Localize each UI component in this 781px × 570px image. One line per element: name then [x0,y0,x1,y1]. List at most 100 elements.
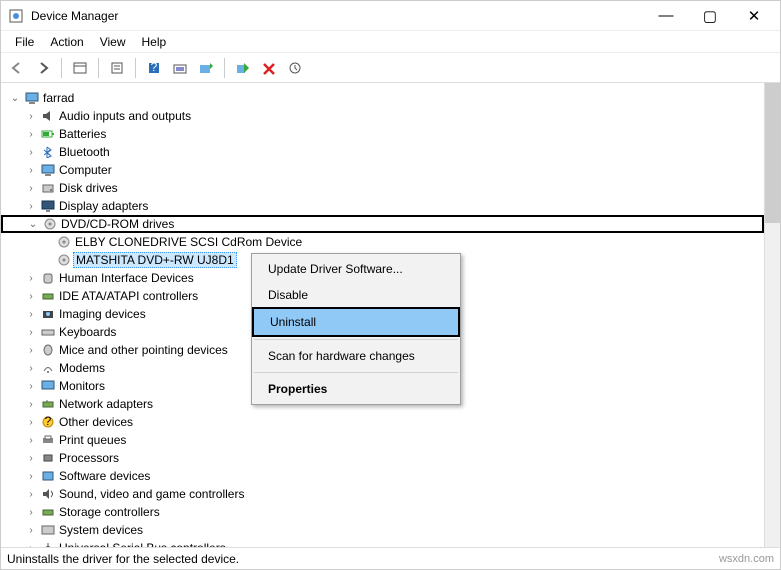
expand-right-icon[interactable]: › [23,543,39,548]
device-category-icon [39,342,57,358]
device-category-icon [39,540,57,547]
window-title: Device Manager [31,9,644,23]
expand-right-icon[interactable]: › [23,309,39,320]
expand-down-icon[interactable]: ⌄ [25,219,41,230]
scrollbar-thumb[interactable] [765,83,780,223]
expand-arrow-icon[interactable]: ⌄ [7,93,23,104]
dvd-drive-icon [55,234,73,250]
menu-file[interactable]: File [7,33,42,51]
category-node[interactable]: › Batteries [1,125,764,143]
category-node[interactable]: ⌄ DVD/CD-ROM drives [1,215,764,233]
expand-right-icon[interactable]: › [23,147,39,158]
ctx-update-driver[interactable]: Update Driver Software... [252,256,460,282]
category-node[interactable]: › Computer [1,161,764,179]
category-label: Keyboards [57,325,118,339]
svg-text:?: ? [45,416,52,428]
device-category-icon [39,450,57,466]
category-node[interactable]: ›Software devices [1,467,764,485]
expand-right-icon[interactable]: › [23,435,39,446]
category-label: Print queues [57,433,128,447]
category-node[interactable]: › Bluetooth [1,143,764,161]
legacy-hardware-icon[interactable] [283,56,307,80]
category-node[interactable]: › Processors [1,449,764,467]
category-node[interactable]: ›?Other devices [1,413,764,431]
category-label: Sound, video and game controllers [57,487,246,501]
titlebar: Device Manager — ▢ ✕ [1,1,780,31]
ctx-scan-hardware[interactable]: Scan for hardware changes [252,343,460,369]
category-label: IDE ATA/ATAPI controllers [57,289,200,303]
device-category-icon [39,486,57,502]
expand-right-icon[interactable]: › [23,363,39,374]
expand-right-icon[interactable]: › [23,489,39,500]
show-hide-icon[interactable] [68,56,92,80]
help-icon[interactable]: ? [142,56,166,80]
expand-right-icon[interactable]: › [23,471,39,482]
category-node[interactable]: › Audio inputs and outputs [1,107,764,125]
menubar: File Action View Help [1,31,780,53]
expand-right-icon[interactable]: › [23,381,39,392]
category-node[interactable]: › Disk drives [1,179,764,197]
category-label: Universal Serial Bus controllers [57,541,228,547]
device-category-icon [39,522,57,538]
expand-right-icon[interactable]: › [23,507,39,518]
category-label: System devices [57,523,145,537]
app-icon [9,8,25,24]
forward-button[interactable] [31,56,55,80]
category-label: Processors [57,451,121,465]
category-label: DVD/CD-ROM drives [59,217,176,231]
expand-right-icon[interactable]: › [23,201,39,212]
expand-right-icon[interactable]: › [23,183,39,194]
category-label: Audio inputs and outputs [57,109,193,123]
maximize-button[interactable]: ▢ [688,1,732,30]
ctx-disable[interactable]: Disable [252,282,460,308]
category-node[interactable]: › System devices [1,521,764,539]
category-node[interactable]: › Print queues [1,431,764,449]
category-node[interactable]: ›Display adapters [1,197,764,215]
ctx-separator [254,372,458,373]
expand-right-icon[interactable]: › [23,453,39,464]
device-category-icon [39,378,57,394]
close-button[interactable]: ✕ [732,1,776,30]
category-label: Imaging devices [57,307,148,321]
uninstall-icon[interactable] [257,56,281,80]
category-label: Disk drives [57,181,120,195]
menu-help[interactable]: Help [134,33,175,51]
category-node[interactable]: › Universal Serial Bus controllers [1,539,764,547]
scan-hardware-icon[interactable] [168,56,192,80]
category-label: Network adapters [57,397,155,411]
root-node[interactable]: ⌄ farrad [1,89,764,107]
expand-right-icon[interactable]: › [23,525,39,536]
vertical-scrollbar[interactable] [764,83,780,547]
root-label: farrad [41,91,76,105]
category-label: Batteries [57,127,108,141]
back-button[interactable] [5,56,29,80]
expand-right-icon[interactable]: › [23,165,39,176]
expand-right-icon[interactable]: › [23,129,39,140]
expand-right-icon[interactable]: › [23,111,39,122]
category-node[interactable]: › Sound, video and game controllers [1,485,764,503]
device-category-icon [39,144,57,160]
menu-action[interactable]: Action [42,33,91,51]
ctx-uninstall[interactable]: Uninstall [254,309,458,335]
category-node[interactable]: ›Storage controllers [1,503,764,521]
device-category-icon [39,108,57,124]
expand-right-icon[interactable]: › [23,327,39,338]
expand-right-icon[interactable]: › [23,345,39,356]
device-category-icon [39,162,57,178]
ctx-properties[interactable]: Properties [252,376,460,402]
expand-right-icon[interactable]: › [23,273,39,284]
menu-view[interactable]: View [92,33,134,51]
category-label: Bluetooth [57,145,112,159]
expand-right-icon[interactable]: › [23,399,39,410]
category-label: Modems [57,361,107,375]
enable-device-icon[interactable] [231,56,255,80]
category-label: Computer [57,163,114,177]
expand-right-icon[interactable]: › [23,291,39,302]
expand-right-icon[interactable]: › [23,417,39,428]
minimize-button[interactable]: — [644,1,688,30]
status-text: Uninstalls the driver for the selected d… [7,552,239,566]
device-category-icon [39,504,57,520]
properties-icon[interactable] [105,56,129,80]
update-driver-icon[interactable] [194,56,218,80]
device-node[interactable]: ELBY CLONEDRIVE SCSI CdRom Device [1,233,764,251]
